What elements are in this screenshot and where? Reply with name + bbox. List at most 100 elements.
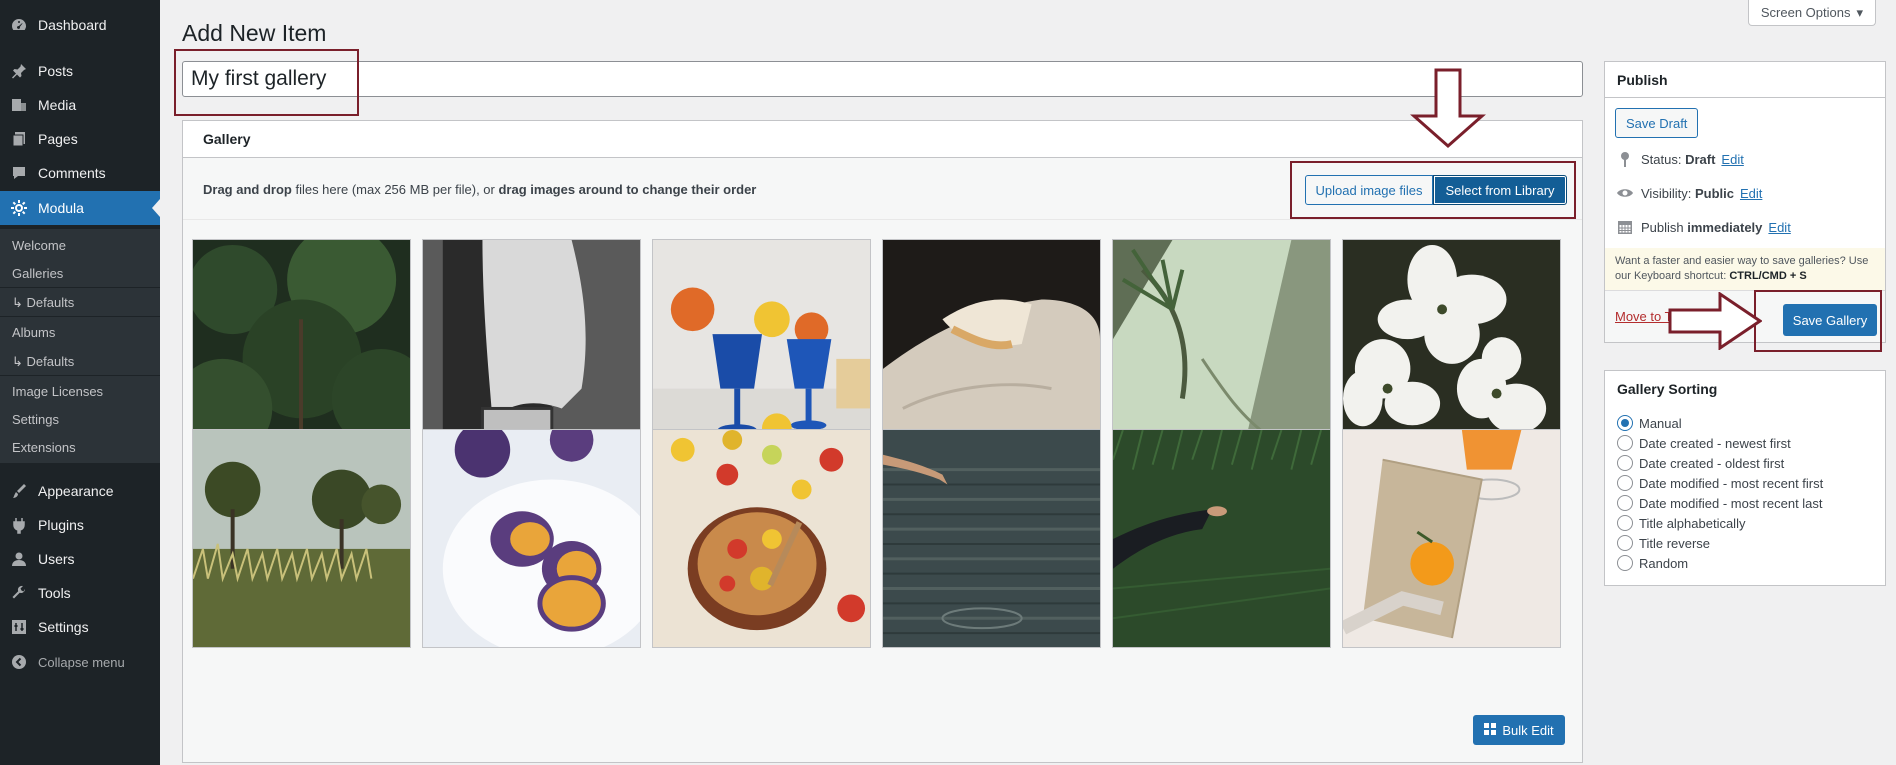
radio-button[interactable] [1617,555,1633,571]
drop-instructions-bold: drag images around to change their order [498,182,757,197]
sort-option-date-created-newest[interactable]: Date created - newest first [1617,435,1791,451]
gallery-image-plums[interactable] [422,429,641,648]
drop-instructions-bold: Drag and drop [203,182,292,197]
page-title: Add New Item [182,20,327,46]
gallery-image-grass-field[interactable] [192,429,411,648]
pin-icon [10,62,28,80]
radio-button[interactable] [1617,415,1633,431]
gallery-heading: Gallery [183,121,1582,158]
sidebar-item-label: Settings [38,619,89,635]
sort-option-date-modified-recent-last[interactable]: Date modified - most recent last [1617,495,1823,511]
admin-sidebar: Dashboard Posts Media Pages Comments Mod… [0,0,160,765]
publish-title: Publish [1605,62,1885,98]
gallery-toolbar: Drag and drop files here (max 256 MB per… [183,158,1582,220]
sidebar-item-comments[interactable]: Comments [0,156,160,190]
select-from-library-button[interactable]: Select from Library [1433,175,1567,205]
submenu-item-galleries[interactable]: Galleries [12,266,63,281]
gallery-image-blue-glasses[interactable] [652,239,871,458]
eye-icon [1615,184,1635,202]
sort-option-date-created-oldest[interactable]: Date created - oldest first [1617,455,1784,471]
sidebar-item-appearance[interactable]: Appearance [0,474,160,508]
submenu-item-settings[interactable]: Settings [12,412,59,427]
main-content: Add New Item Screen Options ▾ Gallery Dr… [160,0,1896,765]
sidebar-item-label: Comments [38,165,106,181]
gear-icon [10,199,28,217]
sort-option-manual[interactable]: Manual [1617,415,1682,431]
radio-button[interactable] [1617,455,1633,471]
user-icon [10,550,28,568]
gallery-title-input[interactable] [182,61,1583,97]
sidebar-item-posts[interactable]: Posts [0,54,160,88]
sidebar-item-label: Modula [38,200,84,216]
submenu-divider [0,287,160,288]
visibility-row: Visibility: Public Edit [1615,184,1762,202]
radio-button[interactable] [1617,475,1633,491]
submenu-item-image-licenses[interactable]: Image Licenses [12,384,103,399]
gallery-image-forest[interactable] [192,239,411,458]
edit-status-link[interactable]: Edit [1721,152,1743,167]
sort-option-title-alphabetically[interactable]: Title alphabetically [1617,515,1745,531]
publish-metabox: Publish Save Draft Status: Draft Edit Vi… [1604,61,1886,343]
edit-publish-date-link[interactable]: Edit [1768,220,1790,235]
gallery-image-curtain[interactable] [422,239,641,458]
pin-icon [1615,150,1635,168]
collapse-arrow-icon [10,653,28,671]
bulk-edit-button[interactable]: Bulk Edit [1473,715,1565,745]
dashboard-icon [10,16,28,34]
radio-button[interactable] [1617,435,1633,451]
sidebar-item-settings[interactable]: Settings [0,610,160,644]
sort-option-random[interactable]: Random [1617,555,1688,571]
sidebar-item-dashboard[interactable]: Dashboard [0,8,160,42]
modula-submenu: Welcome Galleries ↳ Defaults Albums ↳ De… [0,229,160,463]
sidebar-item-label: Posts [38,63,74,79]
move-to-trash-link[interactable]: Move to Trash [1615,309,1697,324]
upload-image-files-button[interactable]: Upload image files [1305,175,1433,205]
radio-button[interactable] [1617,495,1633,511]
sidebar-item-pages[interactable]: Pages [0,122,160,156]
drop-instructions: Drag and drop files here (max 256 MB per… [203,182,756,197]
gallery-image-palm-shadow[interactable] [1112,239,1331,458]
save-gallery-button[interactable]: Save Gallery [1783,304,1877,336]
sidebar-item-label: Appearance [38,483,114,499]
gallery-image-grid [183,220,1582,720]
publish-date-label: Publish immediately [1641,219,1763,235]
gallery-image-water-hand[interactable] [882,429,1101,648]
grid-edit-icon [1484,722,1497,738]
publish-actions: Move to Trash Save Gallery [1605,290,1885,342]
drop-instructions-text: files here (max 256 MB per file), or [291,182,499,197]
settings-icon [10,618,28,636]
submenu-item-extensions[interactable]: Extensions [12,440,76,455]
gallery-image-grass-person[interactable] [1112,429,1331,648]
visibility-label: Visibility: Public [1641,185,1734,201]
radio-button[interactable] [1617,535,1633,551]
screen-options-button[interactable]: Screen Options ▾ [1747,0,1876,26]
gallery-image-book-orange[interactable] [1342,429,1561,648]
sidebar-item-media[interactable]: Media [0,88,160,122]
gallery-image-fruit-bowl[interactable] [652,429,871,648]
sort-option-title-reverse[interactable]: Title reverse [1617,535,1710,551]
sidebar-item-modula[interactable]: Modula [0,191,160,225]
gallery-image-white-flowers[interactable] [1342,239,1561,458]
submenu-item-albums[interactable]: Albums [12,325,55,340]
submenu-item-gallery-defaults[interactable]: ↳ Defaults [12,295,74,311]
submenu-item-album-defaults[interactable]: ↳ Defaults [12,354,74,370]
save-draft-button[interactable]: Save Draft [1615,108,1699,138]
edit-visibility-link[interactable]: Edit [1740,186,1762,201]
sidebar-item-tools[interactable]: Tools [0,576,160,610]
gallery-sorting-metabox: Gallery Sorting Manual Date created - ne… [1604,370,1886,586]
sidebar-item-label: Tools [38,585,71,601]
caret-down-icon: ▾ [1856,4,1863,20]
sidebar-item-plugins[interactable]: Plugins [0,508,160,542]
sidebar-item-label: Pages [38,131,78,147]
sort-option-date-modified-recent-first[interactable]: Date modified - most recent first [1617,475,1823,491]
sidebar-item-label: Plugins [38,517,84,533]
status-row: Status: Draft Edit [1615,150,1744,168]
gallery-metabox: Gallery Drag and drop files here (max 25… [182,120,1583,763]
sidebar-item-users[interactable]: Users [0,542,160,576]
gallery-image-bed[interactable] [882,239,1101,458]
submenu-divider [0,375,160,376]
collapse-menu-button[interactable]: Collapse menu [0,645,160,679]
radio-button[interactable] [1617,515,1633,531]
sidebar-item-label: Media [38,97,77,113]
submenu-item-welcome[interactable]: Welcome [12,238,66,253]
